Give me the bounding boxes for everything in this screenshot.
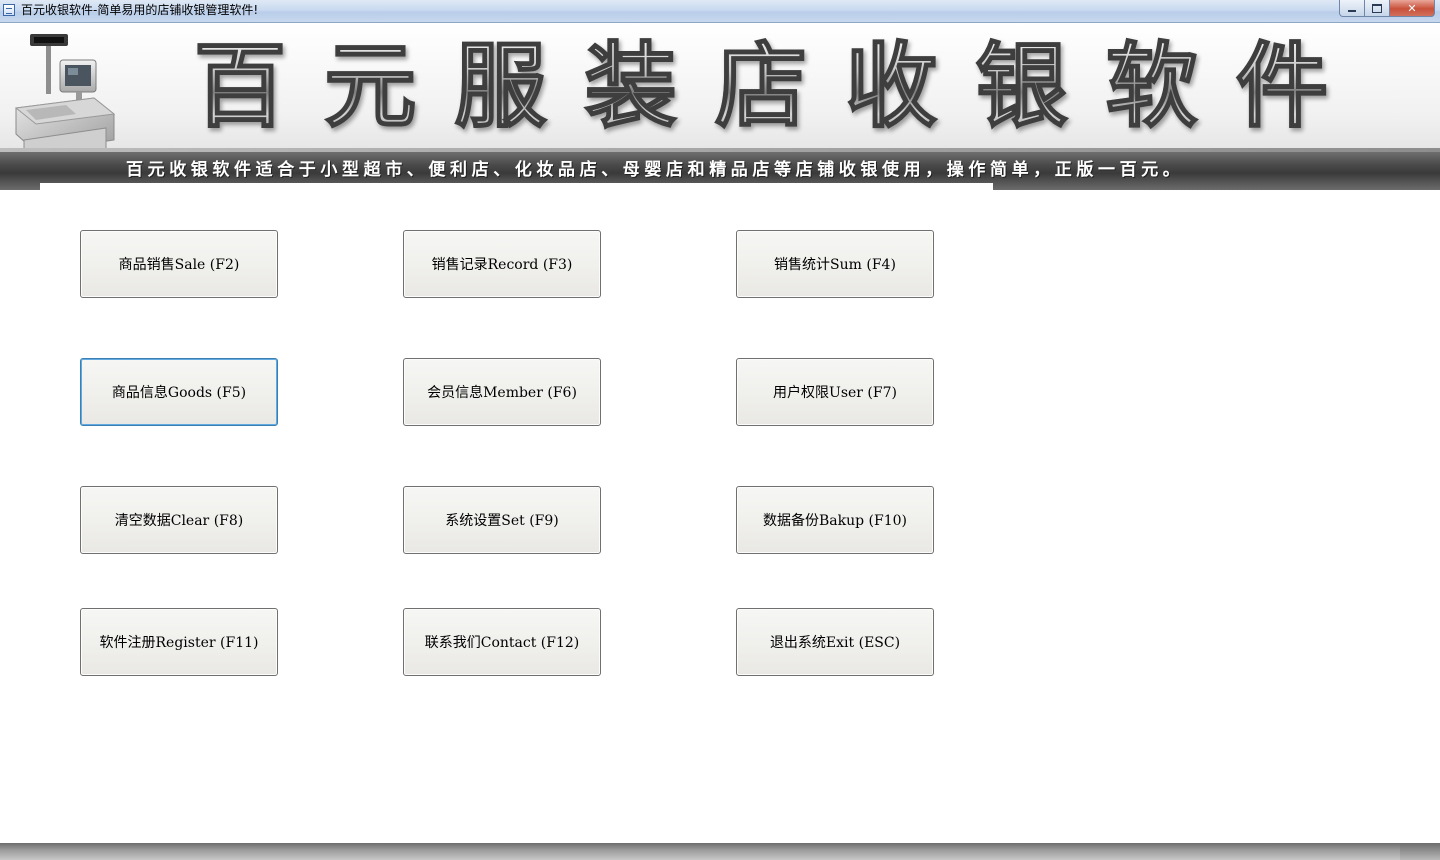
user-button[interactable]: 用户权限User (F7) [736,358,934,426]
banner-title-char: 软 [1088,32,1216,141]
window-controls: ✕ [1339,0,1435,18]
banner-divider [40,183,993,190]
sum-button[interactable]: 销售统计Sum (F4) [736,230,934,298]
sale-button[interactable]: 商品销售Sale (F2) [80,230,278,298]
maximize-icon [1372,3,1382,13]
strip-highlight [0,148,1440,152]
settings-button[interactable]: 系统设置Set (F9) [403,486,601,554]
close-icon: ✕ [1407,1,1417,15]
banner-title-char: 元 [306,32,434,141]
status-bar [0,843,1440,860]
record-button[interactable]: 销售记录Record (F3) [403,230,601,298]
close-button[interactable]: ✕ [1390,0,1435,17]
exit-button[interactable]: 退出系统Exit (ESC) [736,608,934,676]
window-title: 百元收银软件-简单易用的店铺收银管理软件! [21,3,259,17]
banner-title-char: 店 [697,32,825,141]
banner-title-char: 百 [176,32,304,141]
banner-title-char: 银 [958,32,1086,141]
maximize-button[interactable] [1365,0,1390,17]
app-icon [3,4,15,16]
minimize-icon [1348,10,1356,12]
register-button[interactable]: 软件注册Register (F11) [80,608,278,676]
title-bar[interactable]: 百元收银软件-简单易用的店铺收银管理软件! ✕ [0,0,1440,23]
banner-title-char: 服 [437,32,565,141]
resize-grip[interactable] [1400,843,1440,860]
backup-button[interactable]: 数据备份Bakup (F10) [736,486,934,554]
banner-title-char: 装 [567,32,695,141]
header-banner: 百 元 服 装 店 收 银 软 件 百元收银软件适合于小型超市、便利店、化妆品店… [0,23,1440,190]
banner-title: 百 元 服 装 店 收 银 软 件 [176,32,1346,141]
minimize-button[interactable] [1339,0,1365,17]
member-button[interactable]: 会员信息Member (F6) [403,358,601,426]
goods-button[interactable]: 商品信息Goods (F5) [80,358,278,426]
slogan-text: 百元收银软件适合于小型超市、便利店、化妆品店、母婴店和精品店等店铺收银使用，操作… [126,160,1185,180]
banner-title-char: 收 [827,32,955,141]
contact-button[interactable]: 联系我们Contact (F12) [403,608,601,676]
clear-button[interactable]: 清空数据Clear (F8) [80,486,278,554]
banner-title-char: 件 [1218,32,1346,141]
main-window: 百元收银软件-简单易用的店铺收银管理软件! ✕ 百 元 服 装 店 收 银 软 … [0,0,1440,860]
